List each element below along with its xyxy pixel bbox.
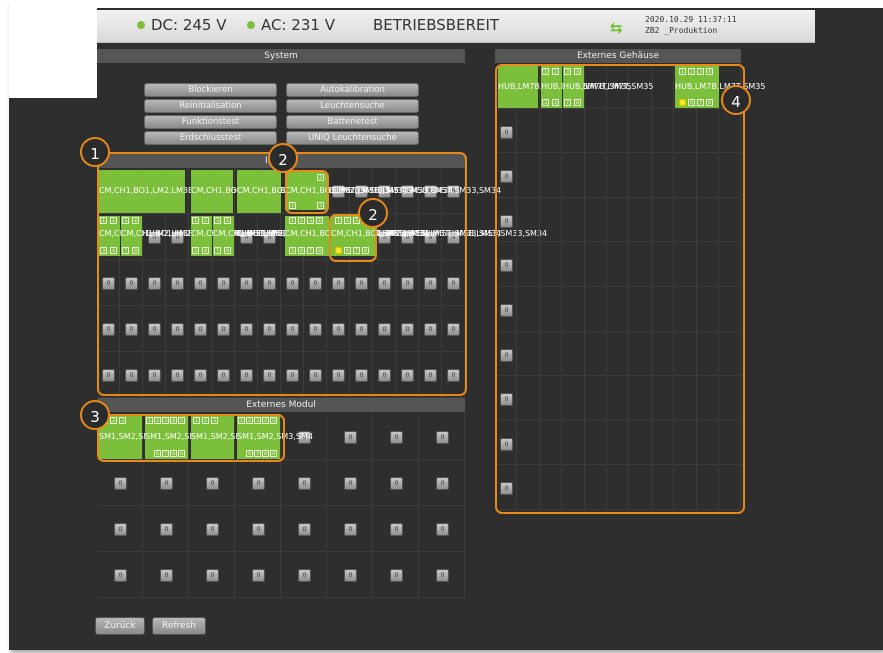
timestamp-block: 2020.10.29 11:37:11 ZB2 _Produktion [645,14,737,36]
badge-1: 1 [80,137,110,167]
status-header: DC: 245 V AC: 231 V BETRIEBSBEREIT ⇆ 202… [97,10,815,43]
system-panel-title: System [97,49,465,63]
badge-2-lm2: 2 [268,143,298,173]
ac-status-icon [247,21,255,29]
empty-slot-button[interactable]: 0 [344,477,357,490]
erdschlusstest-button[interactable]: Erdschlusstest [144,131,277,145]
badge-4: 4 [721,85,751,115]
empty-slot-button[interactable]: 0 [344,523,357,536]
badge-3: 3 [80,400,110,430]
empty-slot-button[interactable]: 0 [252,477,265,490]
empty-slot-button[interactable]: 0 [252,569,265,582]
uniq-leuchtensuche-button[interactable]: UNIQ Leuchtensuche [286,131,419,145]
empty-slot-button[interactable]: 0 [114,523,127,536]
highlight-external-housing [495,64,745,514]
external-module-title: Externes Modul [97,398,465,412]
ac-voltage-label: AC: 231 V [261,16,335,34]
empty-slot-button[interactable]: 0 [436,477,449,490]
empty-slot-button[interactable]: 0 [298,569,311,582]
dc-voltage-label: DC: 245 V [151,16,227,34]
back-button[interactable]: Zurück [95,617,145,635]
reinitialisation-button[interactable]: Reinitialisation [144,99,277,113]
blockieren-button[interactable]: Blockieren [144,83,277,97]
empty-slot-button[interactable]: 0 [436,431,449,444]
empty-slot-button[interactable]: 0 [114,569,127,582]
empty-slot-button[interactable]: 0 [344,431,357,444]
swap-arrows-icon[interactable]: ⇆ [610,19,623,37]
empty-slot-button[interactable]: 0 [436,523,449,536]
empty-slot-button[interactable]: 0 [160,477,173,490]
app-frame: DC: 245 V AC: 231 V BETRIEBSBEREIT ⇆ 202… [9,0,883,650]
empty-slot-button[interactable]: 0 [390,477,403,490]
dc-status-icon [137,21,145,29]
system-status: BETRIEBSBEREIT [373,16,500,34]
empty-slot-button[interactable]: 0 [390,523,403,536]
funktionstest-button[interactable]: Funktionstest [144,115,277,129]
autokalibration-button[interactable]: Autokalibration [286,83,419,97]
empty-slot-button[interactable]: 0 [252,523,265,536]
external-housing-title: Externes Gehäuse [495,49,741,63]
highlight-lm2 [285,170,329,214]
empty-slot-button[interactable]: 0 [298,477,311,490]
empty-slot-button[interactable]: 0 [206,477,219,490]
badge-2-sm34: 2 [358,198,388,228]
empty-slot-button[interactable]: 0 [114,477,127,490]
leuchtensuche-button[interactable]: Leuchtensuche [286,99,419,113]
batterietest-button[interactable]: Batterietest [286,115,419,129]
empty-slot-button[interactable]: 0 [390,431,403,444]
empty-slot-button[interactable]: 0 [390,569,403,582]
timestamp: 2020.10.29 11:37:11 [645,15,737,24]
empty-slot-button[interactable]: 0 [298,523,311,536]
location-name: ZB2 _Produktion [645,26,718,35]
top-margin [9,0,883,8]
highlight-internal-modules [97,152,467,396]
side-margin [9,0,97,98]
empty-slot-button[interactable]: 0 [160,523,173,536]
highlight-external-modules [97,414,285,462]
empty-slot-button[interactable]: 0 [206,569,219,582]
dc-voltage: DC: 245 V [137,16,227,34]
ac-voltage: AC: 231 V [247,16,335,34]
empty-slot-button[interactable]: 0 [160,569,173,582]
empty-slot-button[interactable]: 0 [344,569,357,582]
empty-slot-button[interactable]: 0 [436,569,449,582]
refresh-button[interactable]: Refresh [152,617,206,635]
empty-slot-button[interactable]: 0 [206,523,219,536]
